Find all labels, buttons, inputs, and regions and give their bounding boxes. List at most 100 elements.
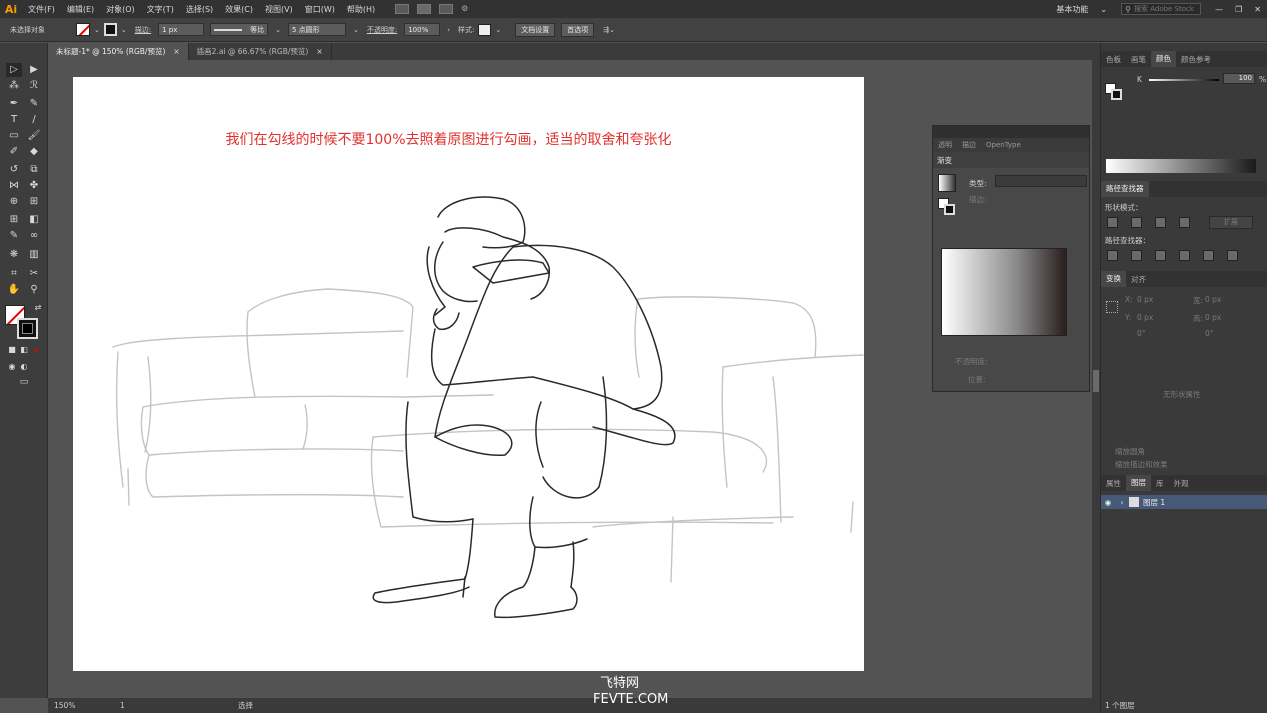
bridge-icon[interactable] [395,4,410,14]
zoom-level[interactable]: 150% [48,701,90,710]
page-number[interactable]: 1 [116,701,148,710]
type-dropdown[interactable] [995,175,1087,187]
k-value-field[interactable]: 100 [1223,73,1255,84]
artboard-tool-icon[interactable]: ⌗ [6,267,22,281]
rotate-tool-icon[interactable]: ↺ [6,163,22,177]
fill-swatch[interactable] [76,23,90,36]
tab-align[interactable]: 对齐 [1126,274,1151,285]
variable-width-profile[interactable]: 等比 [210,23,269,36]
eyedropper-icon[interactable]: ✎ [6,229,22,243]
menu-view[interactable]: 视图(V) [259,4,299,15]
magic-wand-icon[interactable]: ⁂ [6,79,22,93]
tab-color-guide[interactable]: 颜色参考 [1176,54,1216,65]
tab-layers[interactable]: 图层 [1126,475,1151,491]
restore-icon[interactable]: ❐ [1229,5,1248,14]
type-tool-icon[interactable]: T [6,113,22,127]
close-tab-icon[interactable]: × [316,47,322,56]
menu-help[interactable]: 帮助(H) [341,4,381,15]
merge-icon[interactable] [1155,250,1166,261]
style-dropdown-icon[interactable]: ⌄ [495,26,501,34]
swap-fill-stroke-icon[interactable]: ⇄ [30,301,46,315]
arrange-documents-icon[interactable] [439,4,454,14]
expand-chevron-icon[interactable]: › [1115,498,1129,507]
spectrum-bar[interactable] [1106,159,1256,173]
line-art-illustration[interactable] [73,77,864,671]
tab-libraries[interactable]: 库 [1151,478,1169,489]
layer-name[interactable]: 图层 1 [1143,497,1165,508]
minus-front-icon[interactable] [1131,217,1142,228]
menu-effect[interactable]: 效果(C) [219,4,259,15]
tab-opentype[interactable]: OpenType [981,141,1026,149]
draw-behind-icon[interactable]: ◐ [16,360,32,374]
stroke-weight-field[interactable]: 1 px [158,23,205,36]
stroke-label[interactable]: 描边: [135,25,151,35]
scale-strokes-checkbox[interactable]: 缩放描边和效果 [1115,459,1168,470]
puppet-warp-icon[interactable]: ✤ [26,179,42,193]
style-swatch[interactable] [478,23,492,36]
perspective-grid-icon[interactable]: ⊞ [26,195,42,209]
stroke-color-box[interactable] [17,318,38,339]
minimize-icon[interactable]: — [1209,5,1229,14]
hand-tool-icon[interactable]: ✋ [6,283,22,297]
menu-file[interactable]: 文件(F) [22,4,61,15]
layer-row[interactable]: ◉ › 图层 1 [1101,495,1267,509]
eraser-icon[interactable]: ◆ [26,145,42,159]
expand-button[interactable]: 扩展 [1209,216,1253,229]
tab-transform[interactable]: 变换 [1101,271,1126,287]
zoom-tool-icon[interactable]: ⚲ [26,283,42,297]
tab-transparency[interactable]: 透明 [933,140,957,150]
selection-tool-icon[interactable]: ▷ [6,63,22,77]
slice-tool-icon[interactable]: ✂ [26,267,42,281]
fill-dropdown-icon[interactable]: ⌄ [94,26,100,34]
tab-untitled-1[interactable]: 未标题-1* @ 150% (RGB/预览) × [48,43,189,60]
menu-type[interactable]: 文字(T) [141,4,180,15]
mesh-tool-icon[interactable]: ⊞ [6,213,22,227]
scroll-thumb[interactable] [1093,370,1099,392]
artboard[interactable]: 我们在勾线的时候不要100%去照着原图进行勾画，适当的取舍和夸张化 [73,77,864,671]
visibility-eye-icon[interactable]: ◉ [1101,498,1115,507]
arrange-icon[interactable]: ⇶⌄ [603,26,615,34]
tab-brushes[interactable]: 画笔 [1126,54,1151,65]
k-slider[interactable] [1149,79,1219,81]
screen-mode-icon[interactable]: ▭ [16,375,32,389]
stock-icon[interactable] [417,4,432,14]
shear-value[interactable]: 0° [1205,329,1214,338]
blend-tool-icon[interactable]: ∞ [26,229,42,243]
stroke-dropdown-icon[interactable]: ⌄ [121,26,127,34]
brush-dropdown-icon[interactable]: ⌄ [353,26,359,34]
menu-select[interactable]: 选择(S) [180,4,219,15]
gradient-panel-title[interactable]: 渐变 [933,152,1089,168]
tab-pathfinder[interactable]: 路径查找器 [1101,181,1149,197]
width-tool-icon[interactable]: ⋈ [6,179,22,193]
intersect-icon[interactable] [1155,217,1166,228]
fill-stroke-mini-icon[interactable] [938,198,956,216]
curvature-tool-icon[interactable]: ✎ [26,97,42,111]
tab-color[interactable]: 颜色 [1151,51,1176,67]
minus-back-icon[interactable] [1227,250,1238,261]
reference-point-icon[interactable] [1106,301,1118,313]
shape-builder-icon[interactable]: ⊕ [6,195,22,209]
tab-properties[interactable]: 属性 [1101,478,1126,489]
menu-edit[interactable]: 编辑(E) [61,4,100,15]
trim-icon[interactable] [1131,250,1142,261]
opacity-label[interactable]: 不透明度: [367,25,397,35]
stock-search-field[interactable]: ⚲ 搜索 Adobe Stock [1121,3,1202,15]
chevron-down-icon[interactable]: ⌄ [1094,5,1113,14]
symbol-sprayer-icon[interactable]: ❋ [6,248,22,262]
y-value[interactable]: 0 px [1137,313,1153,322]
close-tab-icon[interactable]: × [173,47,179,56]
unite-icon[interactable] [1107,217,1118,228]
none-mode-icon[interactable]: ⧄ [28,343,44,357]
menu-window[interactable]: 窗口(W) [299,4,341,15]
menu-object[interactable]: 对象(O) [100,4,141,15]
gradient-tool-icon[interactable]: ◧ [26,213,42,227]
column-graph-icon[interactable]: ▥ [26,248,42,262]
tab-swatches[interactable]: 色板 [1101,54,1126,65]
color-fill-stroke-icon[interactable] [1105,83,1123,101]
x-value[interactable]: 0 px [1137,295,1153,304]
gradient-preview-swatch[interactable] [938,174,956,192]
w-value[interactable]: 0 px [1205,295,1221,304]
opacity-arrow-icon[interactable]: › [447,26,450,34]
close-icon[interactable]: ✕ [1248,5,1267,14]
rectangle-tool-icon[interactable]: ▭ [6,129,22,143]
